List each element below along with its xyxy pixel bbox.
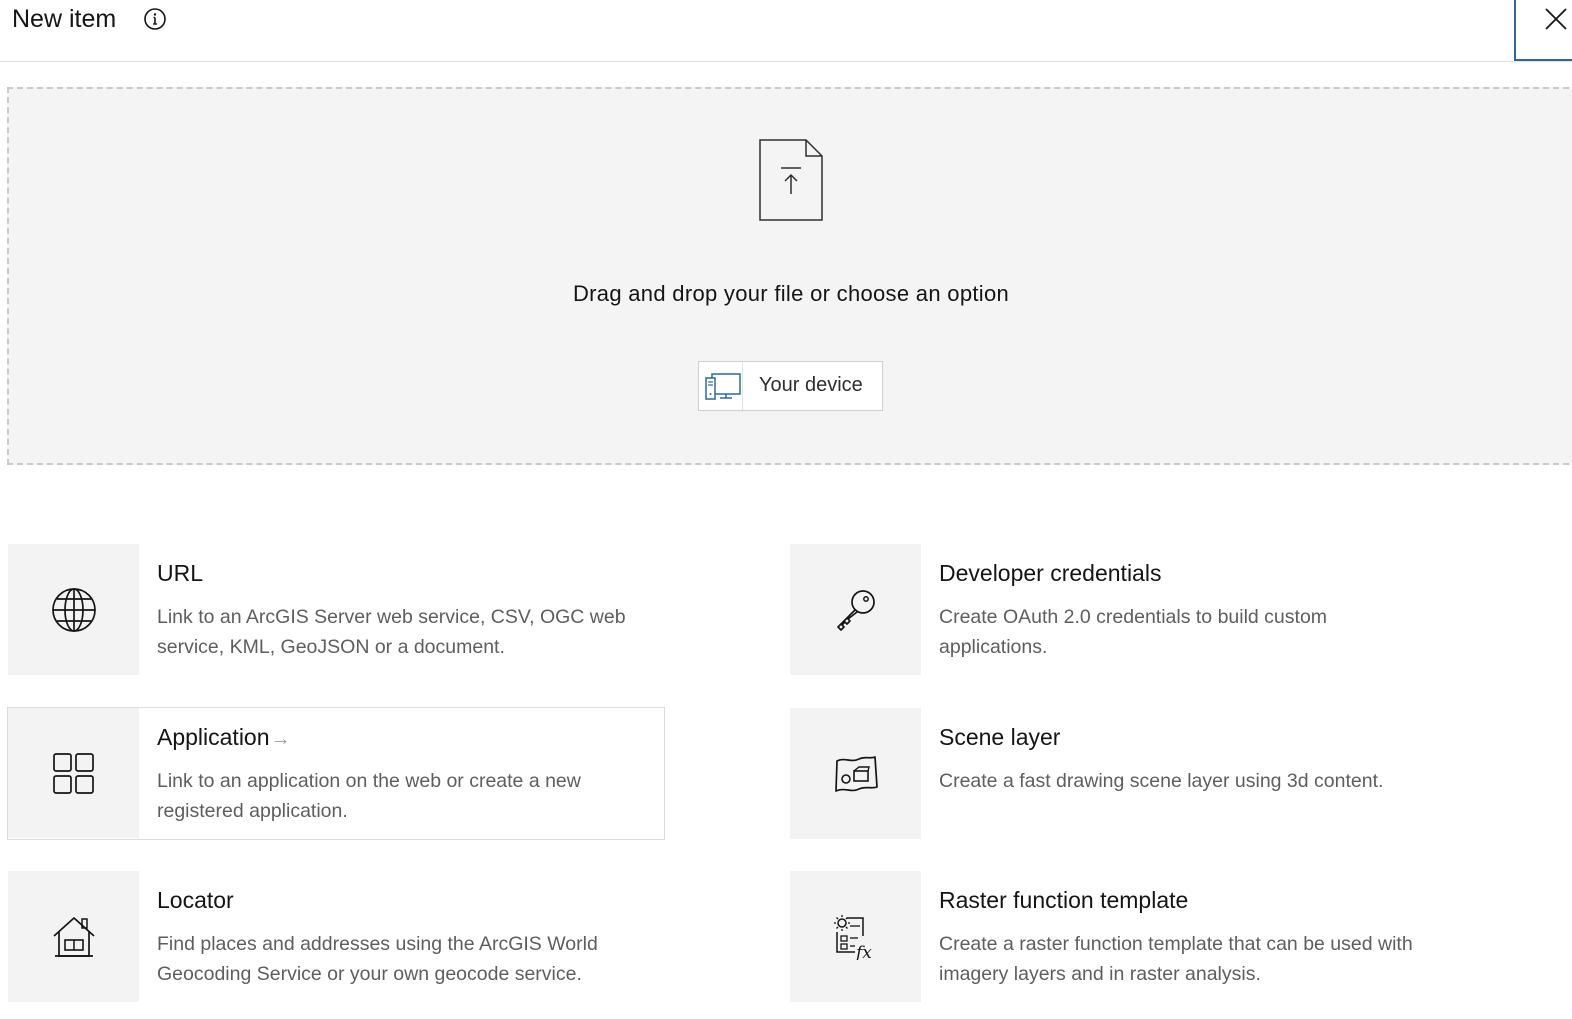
key-icon <box>837 590 875 631</box>
dialog-title: New item <box>12 5 117 33</box>
option-description: Find places and addresses using the ArcG… <box>157 933 598 985</box>
device-icon-wrap <box>699 362 743 410</box>
option-locator[interactable]: Locator Find places and addresses using … <box>8 871 665 1003</box>
option-title: Application→ <box>157 724 291 751</box>
svg-text:fx: fx <box>854 943 872 960</box>
option-title: Scene layer <box>939 724 1061 750</box>
raster-function-icon-box: fx <box>790 871 921 1002</box>
house-icon <box>53 917 95 957</box>
file-drop-zone[interactable]: Drag and drop your file or choose an opt… <box>7 87 1572 465</box>
close-icon <box>1545 8 1567 30</box>
globe-icon <box>52 588 96 632</box>
map-scene-icon <box>835 756 878 792</box>
developer-credentials-icon-box <box>790 544 921 675</box>
option-title: Raster function template <box>939 887 1189 913</box>
option-description: Create a fast drawing scene layer using … <box>939 770 1384 792</box>
device-icon <box>705 373 741 400</box>
option-application[interactable]: Application→ Link to an application on t… <box>7 707 665 840</box>
option-description: Create OAuth 2.0 credentials to build cu… <box>939 606 1328 658</box>
grid-icon <box>53 753 94 794</box>
drop-instruction: Drag and drop your file or choose an opt… <box>572 281 1010 306</box>
option-description: Create a raster function template that c… <box>939 933 1413 985</box>
new-item-dialog: New item Drag and drop your file or choo… <box>0 0 1572 1019</box>
option-description: Link to an ArcGIS Server web service, CS… <box>157 606 626 658</box>
option-raster-function-template[interactable]: fx Raster function template Create a ras… <box>790 871 1447 1003</box>
option-title-text: Application <box>157 724 270 750</box>
scene-layer-icon-box <box>790 708 921 839</box>
option-scene-layer[interactable]: Scene layer Create a fast drawing scene … <box>790 708 1447 840</box>
close-button[interactable] <box>1514 0 1572 61</box>
arrow-right-icon: → <box>270 728 291 750</box>
option-title: URL <box>157 560 204 586</box>
file-upload-icon <box>759 139 823 221</box>
option-url[interactable]: URL Link to an ArcGIS Server web service… <box>8 544 665 676</box>
locator-icon-box <box>8 871 139 1002</box>
raster-function-icon: fx <box>834 915 872 960</box>
option-title: Developer credentials <box>939 560 1162 586</box>
your-device-button[interactable]: Your device <box>698 361 883 411</box>
option-description: Link to an application on the web or cre… <box>157 770 581 822</box>
option-developer-credentials[interactable]: Developer credentials Create OAuth 2.0 c… <box>790 544 1447 676</box>
dialog-header: New item <box>0 0 1572 62</box>
info-icon[interactable] <box>143 7 167 31</box>
your-device-label: Your device <box>759 374 863 396</box>
url-icon-box <box>8 544 139 675</box>
option-title: Locator <box>157 887 234 913</box>
application-icon-box <box>8 708 139 838</box>
